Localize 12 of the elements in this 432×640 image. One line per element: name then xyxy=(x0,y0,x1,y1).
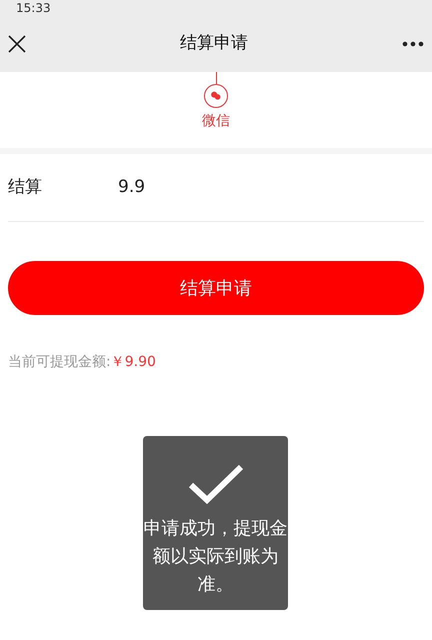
page-title: 结算申请 xyxy=(180,32,248,56)
balance-text: 当前可提现金额:￥9.90 xyxy=(8,353,157,372)
field-label: 结算 xyxy=(8,176,43,199)
toast-message: 申请成功，提现金额以实际到账为准。 xyxy=(143,517,288,597)
more-icon[interactable] xyxy=(402,41,424,47)
submit-button[interactable]: 结算申请 xyxy=(8,261,424,315)
wechat-icon xyxy=(204,84,228,108)
payment-option[interactable]: 微信 xyxy=(202,72,230,148)
amount-value[interactable]: 9.9 xyxy=(118,174,146,200)
status-time: 15:33 xyxy=(15,1,52,15)
check-icon xyxy=(186,463,244,505)
close-icon[interactable] xyxy=(8,35,26,53)
